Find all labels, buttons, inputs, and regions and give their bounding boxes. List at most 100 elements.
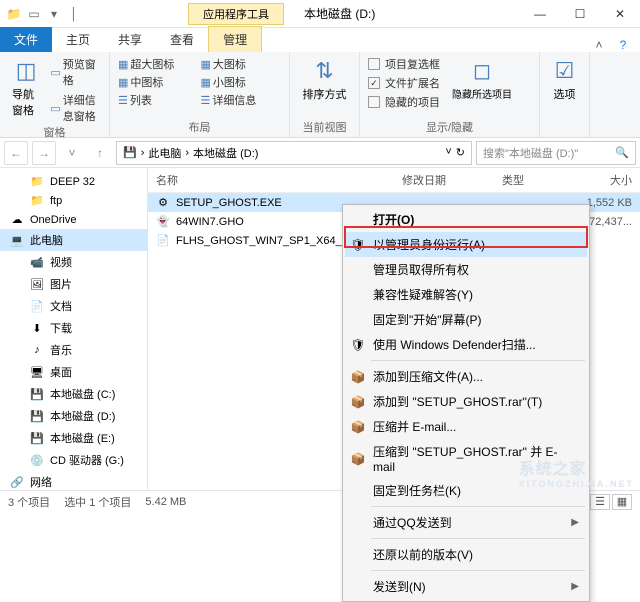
sidebar-item[interactable]: 📄文档 — [0, 295, 147, 317]
up-button[interactable]: ↑ — [88, 141, 112, 165]
sidebar-item[interactable]: 💿CD 驱动器 (G:) — [0, 449, 147, 471]
ribbon: ◫ 导航窗格 ▭预览窗格 ▭详细信息窗格 窗格 ▦超大图标 ▦大图标 ▦中图标 … — [0, 52, 640, 138]
sort-button[interactable]: ⇅ 排序方式 — [298, 56, 351, 104]
sidebar-item[interactable]: 📹视频 — [0, 251, 147, 273]
tab-view[interactable]: 查看 — [156, 27, 208, 52]
breadcrumb-segment[interactable]: › — [141, 147, 145, 159]
menu-item[interactable]: 📦添加到压缩文件(A)... — [345, 364, 587, 389]
sidebar-item[interactable]: 💾 本地磁盘 (E:) — [0, 427, 147, 449]
menu-item[interactable]: 🛡使用 Windows Defender扫描... — [345, 332, 587, 357]
menu-item-label: 以管理员身份运行(A) — [373, 236, 485, 253]
checkbox-icon: ✓ — [368, 77, 380, 89]
options-button[interactable]: ☑ 选项 — [548, 56, 581, 104]
menu-separator — [371, 538, 585, 539]
sidebar-item-label: ftp — [50, 195, 62, 207]
item-checkboxes-toggle[interactable]: 项目复选框 — [368, 56, 440, 72]
list-icon: ☰ — [118, 94, 128, 107]
menu-item[interactable]: 📦添加到 "SETUP_GHOST.rar"(T) — [345, 389, 587, 414]
tab-manage[interactable]: 管理 — [208, 26, 262, 52]
details-pane-button[interactable]: ▭详细信息窗格 — [50, 92, 101, 124]
menu-item[interactable]: 固定到"开始"屏幕(P) — [345, 307, 587, 332]
sidebar-item-label: 文档 — [50, 298, 72, 314]
extra-large-icons-button[interactable]: ▦超大图标 — [118, 56, 199, 72]
sidebar-item[interactable]: 💻此电脑 — [0, 229, 147, 251]
qat-prop-icon[interactable]: ▭ — [26, 6, 42, 22]
sidebar-item[interactable]: ☁OneDrive — [0, 210, 147, 229]
thumbnails-view-icon[interactable]: ▦ — [612, 494, 632, 510]
menu-item[interactable]: 管理员取得所有权 — [345, 257, 587, 282]
tab-share[interactable]: 共享 — [104, 27, 156, 52]
menu-item[interactable]: 通过QQ发送到▶ — [345, 510, 587, 535]
recent-dropdown[interactable]: ˅ — [60, 141, 84, 165]
details-view-icon[interactable]: ☰ — [590, 494, 610, 510]
grid-icon: ▦ — [118, 76, 128, 89]
menu-item[interactable]: 📦压缩并 E-mail... — [345, 414, 587, 439]
menu-item[interactable]: 兼容性疑难解答(Y) — [345, 282, 587, 307]
hide-button[interactable]: ◻隐藏所选项目 — [448, 56, 516, 110]
sidebar-item-icon: 🖥 — [30, 366, 44, 379]
tab-file[interactable]: 文件 — [0, 27, 52, 52]
sidebar-item[interactable]: 💾本地磁盘 (C:) — [0, 383, 147, 405]
sidebar-item-icon: 💾 — [30, 388, 44, 401]
nav-pane-icon: ◫ — [16, 58, 37, 84]
sidebar-item[interactable]: 💾本地磁盘 (D:) — [0, 405, 147, 427]
qat-dropdown-icon[interactable]: ▾ — [46, 6, 62, 22]
tab-home[interactable]: 主页 — [52, 27, 104, 52]
sidebar-item-label: 下载 — [50, 320, 72, 336]
menu-separator — [371, 360, 585, 361]
help-icon[interactable]: ? — [614, 38, 632, 52]
back-button[interactable]: ← — [4, 141, 28, 165]
sidebar-item-icon: 📹 — [30, 256, 44, 269]
col-type[interactable]: 类型 — [502, 172, 572, 188]
window-title: 本地磁盘 (D:) — [304, 5, 375, 22]
menu-item[interactable]: 打开(O) — [345, 207, 587, 232]
medium-icons-button[interactable]: ▦中图标 — [118, 74, 199, 90]
list-view-button[interactable]: ☰列表 — [118, 92, 199, 108]
menu-item[interactable]: 🛡以管理员身份运行(A) — [345, 232, 587, 257]
breadcrumb-dropdown-icon[interactable]: ˅ — [445, 146, 451, 159]
sidebar-item-icon: 🔗 — [10, 476, 24, 489]
menu-separator — [371, 570, 585, 571]
maximize-button[interactable]: ☐ — [560, 0, 600, 28]
breadcrumb-loc[interactable]: 本地磁盘 (D:) — [193, 145, 258, 161]
details-view-button[interactable]: ☰详细信息 — [201, 92, 282, 108]
sidebar-item[interactable]: 🖼图片 — [0, 273, 147, 295]
qat-sep: │ — [66, 6, 82, 22]
sidebar-item[interactable]: ⬇下载 — [0, 317, 147, 339]
sidebar-item-label: CD 驱动器 (G:) — [50, 452, 124, 468]
menu-item[interactable]: 还原以前的版本(V) — [345, 542, 587, 567]
sidebar-item[interactable]: 📁ftp — [0, 191, 147, 210]
file-ext-toggle[interactable]: ✓文件扩展名 — [368, 75, 440, 91]
watermark-sub: XITONGZHIJIA.NET — [519, 479, 634, 489]
sidebar-item[interactable]: 📁DEEP 32 — [0, 172, 147, 191]
sidebar-item[interactable]: 🖥桌面 — [0, 361, 147, 383]
preview-pane-button[interactable]: ▭预览窗格 — [50, 56, 101, 88]
title-bar: 📁 ▭ ▾ │ 应用程序工具 本地磁盘 (D:) — ☐ ✕ — [0, 0, 640, 28]
col-name[interactable]: 名称 — [156, 172, 402, 188]
minimize-button[interactable]: — — [520, 0, 560, 28]
menu-item[interactable]: 发送到(N)▶ — [345, 574, 587, 599]
small-icons-button[interactable]: ▦小图标 — [201, 74, 282, 90]
nav-pane-button[interactable]: ◫ 导航窗格 — [8, 56, 44, 124]
refresh-icon[interactable]: ↻ — [456, 146, 465, 159]
breadcrumb-segment[interactable]: › — [185, 147, 189, 159]
large-icons-button[interactable]: ▦大图标 — [201, 56, 282, 72]
breadcrumb-root[interactable]: 此电脑 — [148, 145, 181, 161]
close-button[interactable]: ✕ — [600, 0, 640, 28]
sidebar-item-label: 此电脑 — [30, 232, 63, 248]
sidebar-item-label: DEEP 32 — [50, 176, 95, 188]
sidebar-item[interactable]: ♪音乐 — [0, 339, 147, 361]
nav-tree[interactable]: 📁DEEP 32📁ftp☁OneDrive💻此电脑📹视频🖼图片📄文档⬇下载♪音乐… — [0, 168, 148, 490]
sidebar-item[interactable]: 🔗网络 — [0, 471, 147, 490]
column-headers[interactable]: 名称 修改日期 类型 大小 — [148, 168, 640, 193]
ribbon-collapse-icon[interactable]: ˄ — [590, 38, 608, 52]
search-input[interactable]: 搜索"本地磁盘 (D:)" 🔍 — [476, 141, 636, 165]
sidebar-item-label: 本地磁盘 (E:) — [50, 430, 115, 446]
drive-icon: 💾 — [123, 146, 137, 159]
col-size[interactable]: 大小 — [572, 172, 632, 188]
forward-button[interactable]: → — [32, 141, 56, 165]
breadcrumb[interactable]: 💾 › 此电脑 › 本地磁盘 (D:) ˅ ↻ — [116, 141, 472, 165]
sidebar-item-icon: 💾 — [30, 432, 44, 445]
col-date[interactable]: 修改日期 — [402, 172, 502, 188]
hidden-items-toggle[interactable]: 隐藏的项目 — [368, 94, 440, 110]
